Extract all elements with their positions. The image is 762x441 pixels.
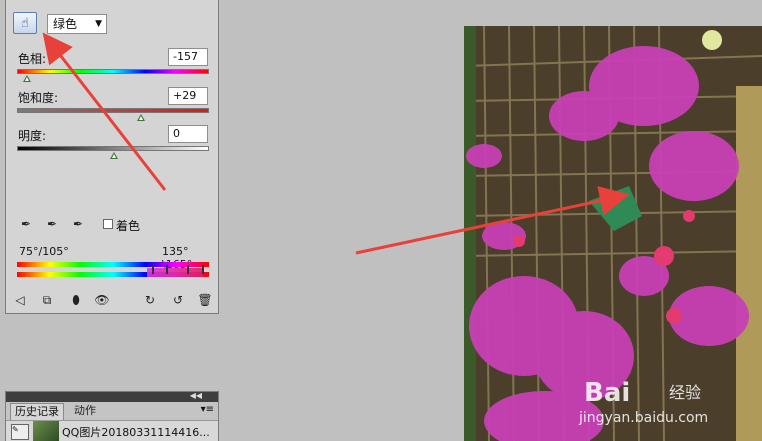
annotation-arrow-to-leaf [355, 186, 630, 255]
annotation-overlay [42, 32, 630, 255]
annotation-arrow-to-hand [42, 32, 167, 191]
